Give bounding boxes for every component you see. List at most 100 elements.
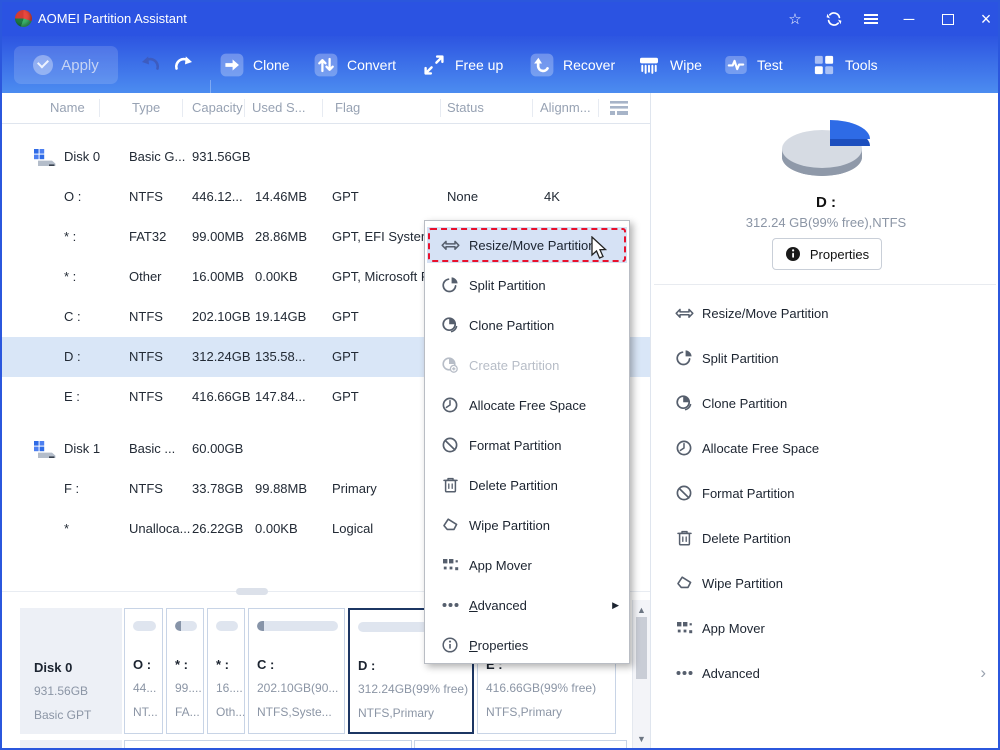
- disk-map-partition-o[interactable]: O :44...NT...: [124, 608, 163, 734]
- column-header-type[interactable]: Type: [132, 100, 160, 115]
- cell-name: * :: [64, 269, 126, 284]
- panel-action-wipe-partition[interactable]: Wipe Partition: [652, 568, 1000, 598]
- panel-action-label: Advanced: [702, 666, 760, 681]
- properties-button[interactable]: Properties: [772, 238, 882, 270]
- minimize-button[interactable]: ─: [898, 9, 920, 29]
- cell-cap: 446.12...: [192, 189, 252, 204]
- column-header-used-s[interactable]: Used S...: [252, 100, 305, 115]
- cell-used: 28.86MB: [255, 229, 329, 244]
- menu-item-split-partition[interactable]: Split Partition: [427, 267, 627, 303]
- menu-item-format-partition[interactable]: Format Partition: [427, 427, 627, 463]
- trash-icon: [439, 474, 461, 496]
- menu-item-properties[interactable]: Properties: [427, 627, 627, 663]
- menu-item-label: Format Partition: [469, 438, 561, 453]
- column-divider: [99, 99, 100, 117]
- apply-button[interactable]: Apply: [14, 46, 118, 84]
- cell-cap: 416.66GB: [192, 389, 252, 404]
- partition-row-o[interactable]: O :NTFS446.12...14.46MBGPTNone4K: [2, 177, 650, 217]
- properties-label: Properties: [810, 247, 869, 262]
- column-divider: [182, 99, 183, 117]
- toolbar-button-test[interactable]: Test: [724, 51, 783, 79]
- close-button[interactable]: ×: [975, 9, 997, 29]
- vertical-scrollbar[interactable]: ▲ ▼: [632, 600, 650, 748]
- disk-map-partition-[interactable]: * :16....Oth...: [207, 608, 245, 734]
- panel-action-clone-partition[interactable]: Clone Partition: [652, 388, 1000, 418]
- sync-icon[interactable]: [823, 9, 845, 29]
- resize-icon: [439, 234, 461, 256]
- clone-icon: [220, 53, 244, 77]
- column-header-alignm[interactable]: Alignm...: [540, 100, 591, 115]
- scroll-up-icon[interactable]: ▲: [633, 602, 650, 617]
- cell-used: 135.58...: [255, 349, 329, 364]
- menu-item-wipe-partition[interactable]: Wipe Partition: [427, 507, 627, 543]
- toolbar-button-clone[interactable]: Clone: [220, 51, 290, 79]
- menu-item-allocate-free-space[interactable]: Allocate Free Space: [427, 387, 627, 423]
- hamburger-menu-icon[interactable]: [860, 9, 882, 29]
- disk-row-disk-0[interactable]: Disk 0Basic G...931.56GB: [2, 137, 650, 177]
- cell-used: 0.00KB: [255, 521, 329, 536]
- column-header-flag[interactable]: Flag: [335, 100, 360, 115]
- cell-type: NTFS: [129, 309, 191, 324]
- panel-action-allocate-free-space[interactable]: Allocate Free Space: [652, 433, 1000, 463]
- partition-filesystem: NTFS,Primary: [486, 705, 562, 719]
- partition-filesystem: NT...: [133, 705, 158, 719]
- submenu-arrow-icon: ▶: [612, 600, 619, 611]
- disk-map-partition-partial: [414, 740, 627, 750]
- panel-action-label: Wipe Partition: [702, 576, 783, 591]
- menu-item-delete-partition[interactable]: Delete Partition: [427, 467, 627, 503]
- panel-action-label: Clone Partition: [702, 396, 787, 411]
- splitter-handle[interactable]: [236, 588, 268, 595]
- panel-action-split-partition[interactable]: Split Partition: [652, 343, 1000, 373]
- context-menu: Resize/Move PartitionSplit PartitionClon…: [424, 220, 630, 664]
- scroll-down-icon[interactable]: ▼: [633, 731, 650, 746]
- column-header-capacity[interactable]: Capacity: [192, 100, 243, 115]
- menu-item-app-mover[interactable]: App Mover: [427, 547, 627, 583]
- cell-name: Disk 0: [64, 149, 126, 164]
- disk-icon: [33, 440, 57, 459]
- cell-used: 147.84...: [255, 389, 329, 404]
- toolbar-button-convert[interactable]: Convert: [314, 51, 396, 79]
- undo-button[interactable]: [138, 54, 162, 74]
- panel-action-delete-partition[interactable]: Delete Partition: [652, 523, 1000, 553]
- redo-button[interactable]: [172, 54, 196, 74]
- star-icon[interactable]: ☆: [784, 9, 806, 29]
- clonepie-icon: [674, 393, 694, 413]
- menu-item-advanced[interactable]: Advanced ▶: [427, 587, 627, 623]
- section-divider: [654, 284, 996, 285]
- menu-item-label: Advanced: [469, 598, 527, 613]
- panel-action-advanced[interactable]: Advanced›: [652, 658, 1000, 688]
- toolbar-button-label: Clone: [253, 57, 290, 73]
- column-header-status[interactable]: Status: [447, 100, 484, 115]
- toolbar-button-wipe[interactable]: Wipe: [637, 51, 702, 79]
- view-toggle-icon[interactable]: [608, 99, 630, 117]
- info-icon: [439, 634, 461, 656]
- toolbar-button-recover[interactable]: Recover: [530, 51, 615, 79]
- cell-used: 19.14GB: [255, 309, 329, 324]
- scrollbar-thumb[interactable]: [636, 617, 647, 679]
- disk-map-disk0-card[interactable]: Disk 0 931.56GB Basic GPT: [20, 608, 122, 734]
- column-divider: [244, 99, 245, 117]
- panel-action-label: Delete Partition: [702, 531, 791, 546]
- panel-action-app-mover[interactable]: App Mover: [652, 613, 1000, 643]
- toolbar-button-free-up[interactable]: Free up: [422, 51, 503, 79]
- panel-action-format-partition[interactable]: Format Partition: [652, 478, 1000, 508]
- disk-map-partition-c[interactable]: C :202.10GB(90...NTFS,Syste...: [248, 608, 345, 734]
- maximize-button[interactable]: [937, 9, 959, 29]
- disk-icon: [34, 618, 58, 637]
- panel-action-label: Split Partition: [702, 351, 779, 366]
- partition-letter: C :: [257, 657, 274, 672]
- disk-map-partition-[interactable]: * :99....FA...: [166, 608, 204, 734]
- column-header-name[interactable]: Name: [50, 100, 85, 115]
- app-logo-icon: [15, 10, 32, 27]
- selected-drive-label: D :: [652, 194, 1000, 211]
- capacity-bar: [175, 621, 197, 631]
- disk-map-disk1-card-partial: [20, 740, 122, 750]
- cell-cap: 26.22GB: [192, 521, 252, 536]
- menu-item-clone-partition[interactable]: Clone Partition: [427, 307, 627, 343]
- disk-icon: [33, 148, 57, 167]
- toolbar-button-tools[interactable]: Tools: [812, 51, 878, 79]
- wipe-icon: [637, 53, 661, 77]
- panel-action-resize-move-partition[interactable]: Resize/Move Partition: [652, 298, 1000, 328]
- cell-name: O :: [64, 189, 126, 204]
- cell-align: 4K: [544, 189, 604, 204]
